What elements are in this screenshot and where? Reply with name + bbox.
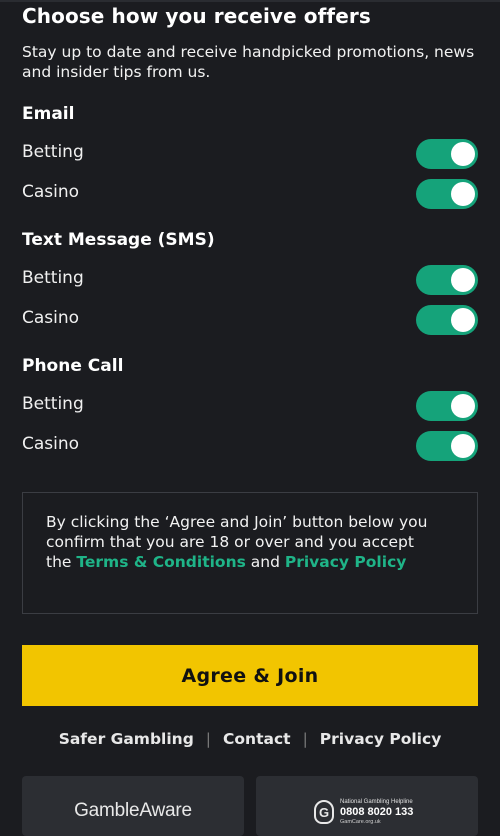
phone-casino-toggle[interactable] — [416, 431, 478, 461]
consent-text: By clicking the ‘Agree and Join’ button … — [46, 512, 436, 572]
phone-betting-toggle[interactable] — [416, 391, 478, 421]
email-casino-toggle[interactable] — [416, 179, 478, 209]
footer-links: Safer Gambling | Contact | Privacy Polic… — [0, 730, 500, 748]
phone-casino-label: Casino — [22, 434, 80, 454]
agree-join-button[interactable]: Agree & Join — [22, 645, 478, 706]
gamcare-helpline-number: 0808 8020 133 — [340, 806, 414, 818]
toggle-knob — [451, 394, 475, 418]
gamcare-site: GamCare.org.uk — [340, 819, 381, 825]
contact-link[interactable]: Contact — [223, 730, 291, 748]
sms-betting-label: Betting — [22, 268, 84, 288]
gamcare-logo-icon: G — [314, 800, 334, 824]
sms-casino-label: Casino — [22, 308, 80, 328]
footer-privacy-link[interactable]: Privacy Policy — [320, 730, 442, 748]
page-title: Choose how you receive offers — [22, 4, 371, 28]
top-divider — [0, 0, 500, 2]
terms-link[interactable]: Terms & Conditions — [76, 553, 245, 571]
toggle-knob — [451, 268, 475, 292]
gambleaware-badge[interactable]: GambleAware — [22, 776, 244, 836]
email-betting-toggle[interactable] — [416, 139, 478, 169]
footer-separator: | — [302, 730, 308, 748]
toggle-knob — [451, 308, 475, 332]
gamcare-badge[interactable]: G National Gambling Helpline 0808 8020 1… — [256, 776, 478, 836]
section-heading-email: Email — [22, 104, 75, 124]
privacy-link[interactable]: Privacy Policy — [285, 553, 407, 571]
safer-gambling-link[interactable]: Safer Gambling — [59, 730, 194, 748]
sms-betting-toggle[interactable] — [416, 265, 478, 295]
page-subtitle: Stay up to date and receive handpicked p… — [22, 43, 475, 81]
email-betting-label: Betting — [22, 142, 84, 162]
toggle-knob — [451, 434, 475, 458]
phone-betting-label: Betting — [22, 394, 84, 414]
email-casino-label: Casino — [22, 182, 80, 202]
consent-text-and: and — [245, 553, 285, 571]
gambleaware-logo: GambleAware — [74, 800, 192, 821]
gamcare-helpline-title: National Gambling Helpline — [340, 799, 413, 805]
consent-box: By clicking the ‘Agree and Join’ button … — [22, 492, 478, 614]
section-heading-sms: Text Message (SMS) — [22, 230, 215, 250]
section-heading-phone: Phone Call — [22, 356, 124, 376]
toggle-knob — [451, 142, 475, 166]
sms-casino-toggle[interactable] — [416, 305, 478, 335]
toggle-knob — [451, 182, 475, 206]
footer-separator: | — [205, 730, 212, 748]
